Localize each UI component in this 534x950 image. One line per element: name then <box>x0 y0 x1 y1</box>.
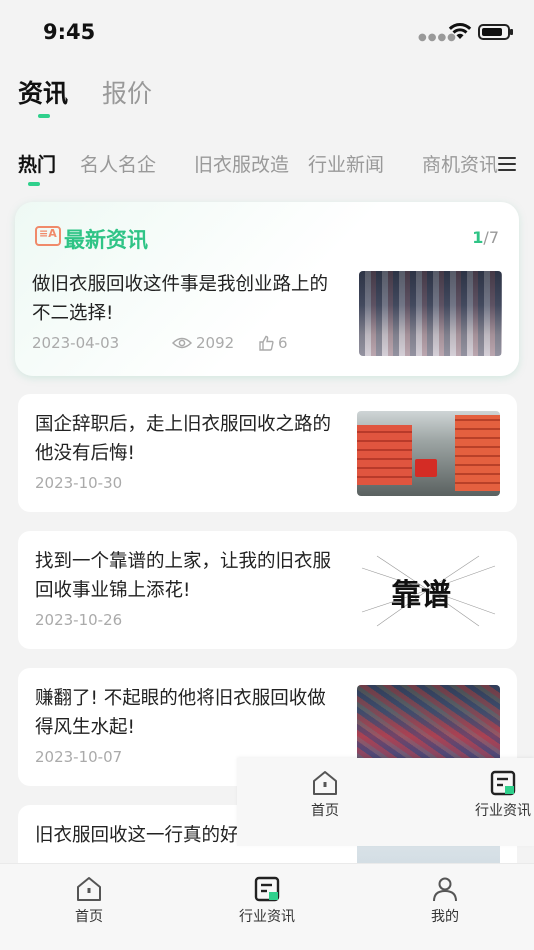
news-list-item[interactable]: 国企辞职后，走上旧衣服回收之路的他没有后悔! 2023-10-30 <box>18 394 517 512</box>
featured-headline: 做旧衣服回收这件事是我创业路上的不二选择! <box>32 274 329 324</box>
user-icon <box>433 877 457 902</box>
status-time: 9:45 <box>43 20 96 44</box>
tab-news[interactable]: 资讯 <box>18 74 68 110</box>
news-icon <box>254 876 280 902</box>
main-tab-indicator <box>38 114 50 118</box>
tab-quotes[interactable]: 报价 <box>102 74 152 110</box>
news-title: 国企辞职后，走上旧衣服回收之路的他没有后悔! <box>35 414 332 464</box>
pager-total: /7 <box>483 228 499 247</box>
featured-pager: 1/7 <box>472 228 499 247</box>
bottom-tab-bar: 首页 行业资讯 我的 <box>0 863 534 950</box>
like-count[interactable]: 6 <box>258 334 288 352</box>
category-tab-indicator <box>28 182 40 186</box>
tab-label: 行业资讯 <box>239 909 295 925</box>
floating-tab-news[interactable]: 行业资讯 <box>463 770 534 820</box>
featured-date: 2023-04-03 <box>32 334 120 352</box>
thumbs-up-icon <box>259 335 274 351</box>
news-thumbnail <box>359 271 502 356</box>
view-count: 2092 <box>172 334 234 352</box>
pager-current: 1 <box>472 228 484 247</box>
tab-label: 行业资讯 <box>475 803 531 819</box>
tab-profile[interactable]: 我的 <box>405 876 485 926</box>
tab-label: 首页 <box>311 803 339 819</box>
news-icon <box>490 770 516 796</box>
home-icon <box>313 771 337 795</box>
category-tab-business[interactable]: 商机资讯 <box>422 150 498 177</box>
news-thumbnail: 靠谱 <box>357 548 500 633</box>
news-date: 2023-10-26 <box>35 611 123 629</box>
like-count-value: 6 <box>278 334 288 352</box>
status-bar: 9:45 ●●●● <box>0 0 534 62</box>
category-tabs: 热门 名人名企 旧衣服改造 行业新闻 商机资讯 <box>18 150 498 190</box>
home-icon <box>77 877 101 901</box>
thumbnail-logo: 靠谱 <box>391 578 451 613</box>
news-badge-icon <box>35 226 61 246</box>
floating-tab-home[interactable]: 首页 <box>285 770 365 820</box>
category-tab-hot[interactable]: 热门 <box>18 150 56 177</box>
forklift-shape <box>415 459 437 477</box>
view-count-value: 2092 <box>196 334 235 352</box>
category-tab-upcycling[interactable]: 旧衣服改造 <box>194 150 289 177</box>
tab-industry-news[interactable]: 行业资讯 <box>227 876 307 926</box>
floating-tab-bar: 首页 行业资讯 <box>237 758 534 846</box>
news-title: 找到一个靠谱的上家，让我的旧衣服回收事业锦上添花! <box>35 551 332 601</box>
menu-icon[interactable] <box>498 157 516 171</box>
category-tab-celebrities[interactable]: 名人名企 <box>80 150 156 177</box>
news-date: 2023-10-07 <box>35 748 123 766</box>
featured-news-card[interactable]: 最新资讯 1/7 做旧衣服回收这件事是我创业路上的不二选择! 2023-04-0… <box>15 202 519 376</box>
featured-section-title: 最新资讯 <box>64 228 148 252</box>
news-date: 2023-10-30 <box>35 474 123 492</box>
news-list-item[interactable]: 找到一个靠谱的上家，让我的旧衣服回收事业锦上添花! 2023-10-26 靠谱 <box>18 531 517 649</box>
tab-home[interactable]: 首页 <box>49 876 129 926</box>
tab-label: 我的 <box>431 909 459 925</box>
news-thumbnail <box>357 411 500 496</box>
tab-label: 首页 <box>75 909 103 925</box>
battery-icon <box>478 24 513 40</box>
news-title: 赚翻了! 不起眼的他将旧衣服回收做得风生水起! <box>35 688 326 738</box>
category-tab-industry-news[interactable]: 行业新闻 <box>308 150 384 177</box>
eye-icon <box>172 337 192 349</box>
wifi-icon <box>448 23 472 39</box>
